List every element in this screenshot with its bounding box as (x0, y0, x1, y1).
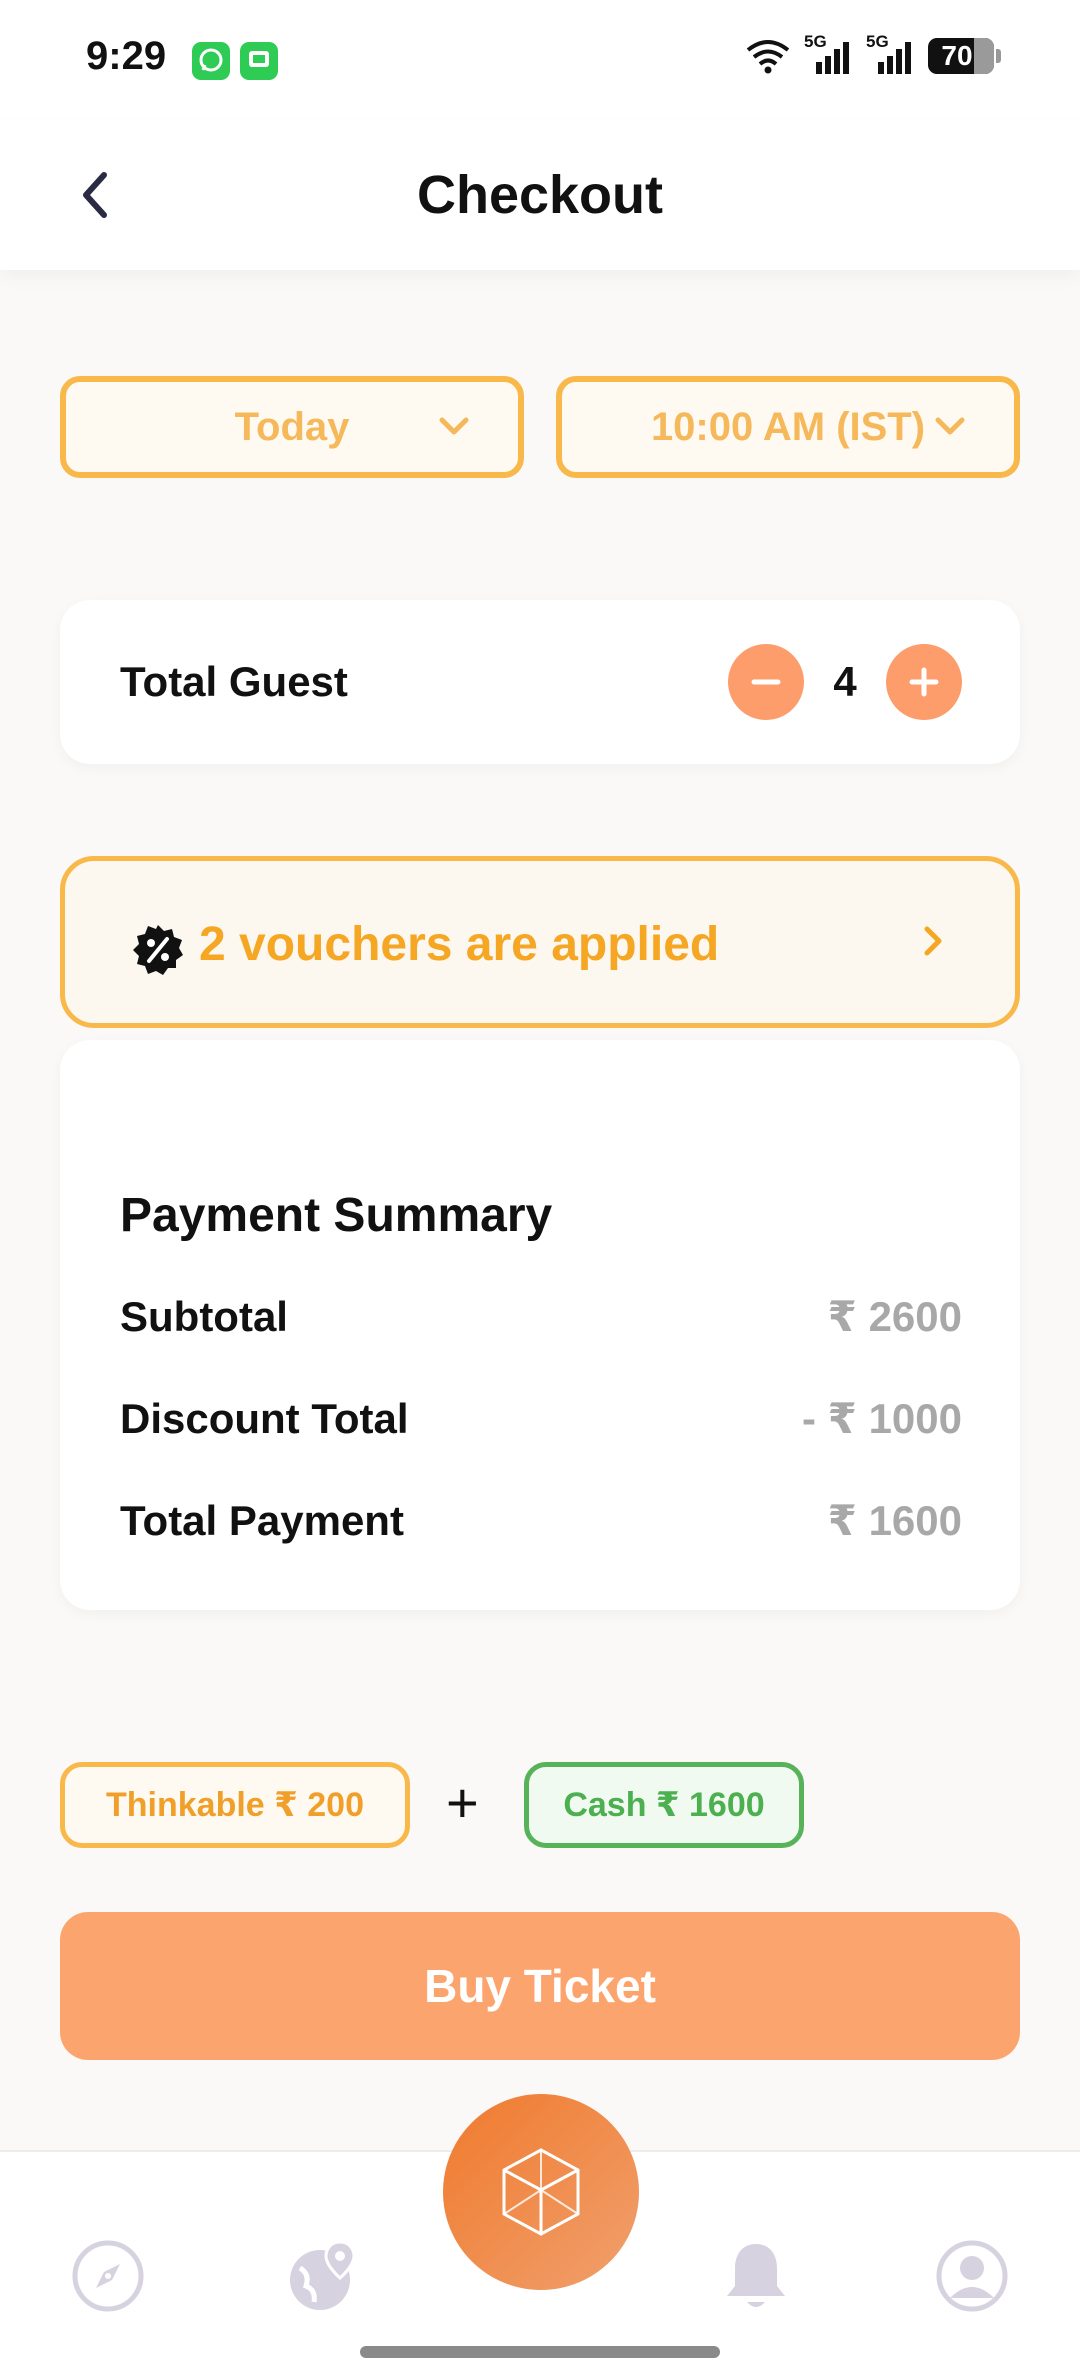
payment-summary-title: Payment Summary (120, 1189, 553, 1242)
date-dropdown[interactable]: Today (60, 376, 524, 478)
wifi-icon (746, 40, 790, 74)
discount-badge-icon (133, 925, 183, 975)
nav-profile[interactable] (934, 2238, 1010, 2314)
time-dropdown[interactable]: 10:00 AM (IST) (556, 376, 1020, 478)
summary-row-label: Subtotal (120, 1292, 288, 1340)
chevron-right-icon (924, 926, 942, 956)
cash-payment-pill[interactable]: Cash ₹ 1600 (524, 1762, 804, 1848)
home-indicator[interactable] (360, 2346, 720, 2358)
summary-row-value: ₹ 2600 (827, 1293, 962, 1340)
minus-icon (751, 679, 781, 685)
thinkable-payment-pill[interactable]: Thinkable ₹ 200 (60, 1762, 410, 1848)
whatsapp-icon (192, 42, 230, 80)
page-title: Checkout (416, 165, 664, 225)
time-dropdown-value: 10:00 AM (IST) (650, 404, 926, 449)
status-time: 9:29 (86, 34, 167, 78)
buy-ticket-button[interactable]: Buy Ticket (60, 1912, 1020, 2060)
summary-row-label: Discount Total (120, 1394, 409, 1442)
summary-row-subtotal: Subtotal ₹ 2600 (120, 1292, 962, 1341)
chevron-down-icon (439, 417, 469, 435)
guest-label: Total Guest (120, 658, 348, 705)
guest-stepper: 4 (728, 644, 962, 720)
voucher-text: 2 vouchers are applied (199, 918, 720, 971)
guest-card: Total Guest 4 (60, 600, 1020, 764)
status-indicators: 5G 5G 70 (744, 32, 1001, 76)
guest-count: 4 (833, 658, 857, 705)
summary-row-total: Total Payment ₹ 1600 (120, 1496, 962, 1545)
summary-row-discount: Discount Total - ₹ 1000 (120, 1394, 962, 1443)
voucher-banner[interactable]: 2 vouchers are applied (60, 856, 1020, 1028)
plus-sign: + (446, 1771, 479, 1834)
cellular-signal-2: 5G (866, 32, 916, 76)
header: Checkout (0, 120, 1080, 270)
decrease-guest-button[interactable] (728, 644, 804, 720)
nav-explore[interactable] (70, 2238, 146, 2314)
summary-row-value: - ₹ 1000 (802, 1395, 962, 1442)
plus-icon (909, 667, 939, 697)
nav-map[interactable] (286, 2238, 362, 2314)
battery-indicator: 70 (928, 38, 1001, 74)
battery-level: 70 (941, 40, 973, 71)
increase-guest-button[interactable] (886, 644, 962, 720)
cellular-signal-1: 5G (804, 32, 854, 76)
bell-icon (727, 2244, 785, 2307)
globe-pin-icon (290, 2240, 356, 2310)
nav-notifications[interactable] (718, 2238, 794, 2314)
date-dropdown-value: Today (234, 404, 350, 449)
status-bar: 9:29 5G 5G 70 (0, 0, 1080, 120)
checkout-page: 9:29 5G 5G 70 Checkout Today 10:00 AM (I… (0, 0, 1080, 2374)
summary-row-value: ₹ 1600 (827, 1497, 962, 1544)
cube-icon (502, 2148, 580, 2236)
chevron-down-icon (935, 417, 965, 435)
compass-icon (72, 2240, 144, 2312)
messages-icon (240, 42, 278, 80)
payment-summary-card: Payment Summary Subtotal ₹ 2600 Discount… (60, 1040, 1020, 1610)
bottom-nav (0, 2094, 1080, 2374)
summary-row-label: Total Payment (120, 1496, 404, 1544)
profile-icon (936, 2240, 1008, 2312)
nav-center-button[interactable] (443, 2094, 639, 2290)
